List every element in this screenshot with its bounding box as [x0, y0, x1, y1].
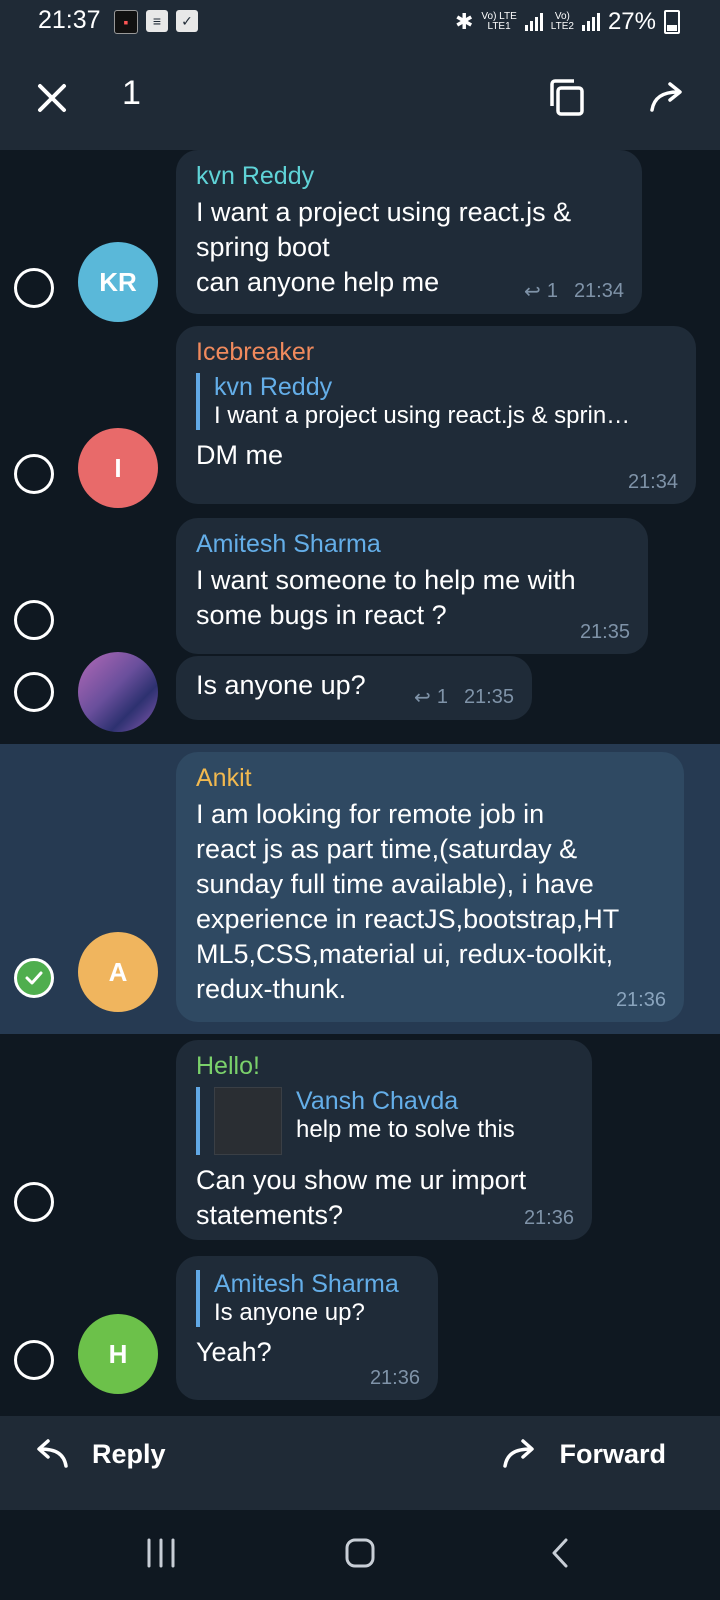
quote-text: Is anyone up?	[214, 1299, 365, 1326]
select-radio[interactable]	[14, 1182, 54, 1222]
quote-sender: kvn Reddy	[214, 373, 333, 401]
forward-button[interactable]: Forward	[501, 1436, 666, 1472]
forward-icon[interactable]	[648, 78, 688, 118]
avatar[interactable]: KR	[78, 242, 158, 322]
sim1-label: Vo) LTE LTE1	[481, 11, 517, 32]
select-radio[interactable]	[14, 268, 54, 308]
select-radio[interactable]	[14, 672, 54, 712]
status-bar: 21:37 ▪ ≡ ✓ ✱ Vo) LTE LTE1 Vo) LTE2 27%	[0, 0, 720, 46]
message-meta: 21:34	[628, 471, 678, 494]
select-radio[interactable]	[14, 600, 54, 640]
message-meta: ↩ 1 21:34	[524, 279, 624, 304]
message-time: 21:35	[463, 686, 514, 708]
select-radio-checked[interactable]	[14, 958, 54, 998]
sender-name: kvn Reddy	[196, 162, 315, 190]
status-right: ✱ Vo) LTE LTE1 Vo) LTE2 27%	[455, 8, 680, 36]
message-bubble[interactable]: Ankit I am looking for remote job in rea…	[176, 752, 684, 1022]
message-bubble[interactable]: Icebreaker kvn Reddy I want a project us…	[176, 326, 696, 504]
select-radio[interactable]	[14, 454, 54, 494]
app-notification-icon: ▪	[114, 10, 138, 34]
message-bubble[interactable]: Hello! Vansh Chavda help me to solve thi…	[176, 1040, 592, 1240]
reply-quote[interactable]: kvn Reddy I want a project using react.j…	[196, 373, 676, 430]
message-text: Yeah?	[196, 1337, 272, 1367]
forward-arrow-icon	[503, 1439, 535, 1468]
message-bubble[interactable]: Amitesh Sharma Is anyone up? Yeah? 21:36	[176, 1256, 438, 1400]
select-radio[interactable]	[14, 1340, 54, 1380]
message-time: 21:36	[523, 1207, 574, 1229]
reply-count-icon: ↩	[414, 687, 431, 709]
reply-icon	[37, 1439, 68, 1468]
home-icon[interactable]	[344, 1537, 376, 1569]
signal-bars-1-icon	[524, 13, 543, 31]
sender-name: Amitesh Sharma	[196, 530, 381, 558]
quote-image-thumbnail	[214, 1087, 282, 1155]
message-bubble[interactable]: kvn Reddy I want a project using react.j…	[176, 150, 642, 314]
sender-name: Ankit	[196, 764, 252, 792]
checkbox-notification-icon: ✓	[176, 10, 198, 32]
status-time: 21:37	[38, 6, 101, 34]
battery-icon	[664, 10, 680, 34]
message-bubble[interactable]: Is anyone up? ↩ 1 21:35	[176, 656, 532, 720]
reply-label: Reply	[92, 1438, 166, 1469]
sender-name: Icebreaker	[196, 338, 315, 366]
document-notification-icon: ≡	[146, 10, 168, 32]
selection-action-bar: Reply Forward	[0, 1416, 720, 1510]
message-meta: 21:36	[370, 1367, 420, 1390]
message-time: 21:34	[573, 280, 624, 302]
message-bubble[interactable]: Amitesh Sharma I want someone to help me…	[176, 518, 648, 654]
sim2-label: Vo) LTE2	[550, 11, 574, 32]
quote-sender: Amitesh Sharma	[214, 1270, 399, 1298]
message-time: 21:36	[615, 989, 666, 1011]
message-text: Can you show me ur import statements?	[196, 1165, 527, 1230]
copy-icon[interactable]	[546, 76, 588, 118]
reply-count: 1	[546, 280, 558, 302]
avatar[interactable]	[78, 652, 158, 732]
sender-name: Hello!	[196, 1052, 260, 1080]
reply-button[interactable]: Reply	[34, 1436, 166, 1472]
message-time: 21:35	[579, 621, 630, 643]
avatar[interactable]: A	[78, 932, 158, 1012]
message-text: I want someone to help me with some bugs…	[196, 565, 576, 630]
reply-quote[interactable]: Amitesh Sharma Is anyone up?	[196, 1270, 418, 1327]
system-nav-bar	[0, 1510, 720, 1600]
message-meta: 21:35	[580, 621, 630, 644]
message-time: 21:36	[369, 1367, 420, 1389]
avatar[interactable]: I	[78, 428, 158, 508]
close-icon[interactable]	[32, 78, 72, 118]
message-text: I am looking for remote job in react js …	[196, 799, 620, 1004]
quote-text: I want a project using react.js & sprin…	[214, 402, 631, 429]
bluetooth-icon: ✱	[454, 9, 474, 34]
recents-icon[interactable]	[145, 1538, 177, 1568]
message-meta: 21:36	[524, 1207, 574, 1230]
checkmark-icon	[25, 971, 43, 985]
message-meta: 21:36	[616, 989, 666, 1012]
message-time: 21:34	[627, 471, 678, 493]
avatar[interactable]: H	[78, 1314, 158, 1394]
quote-text: help me to solve this	[296, 1116, 515, 1143]
selected-count: 1	[122, 74, 141, 112]
back-icon[interactable]	[550, 1537, 570, 1569]
notification-icons: ▪ ≡ ✓	[114, 10, 198, 34]
reply-quote[interactable]: Vansh Chavda help me to solve this	[196, 1087, 572, 1155]
message-meta: ↩ 1 21:35	[414, 685, 514, 710]
signal-bars-2-icon	[581, 13, 600, 31]
message-text: DM me	[196, 440, 283, 470]
battery-percent: 27%	[607, 8, 656, 35]
reply-count: 1	[436, 686, 448, 708]
reply-count-icon: ↩	[524, 281, 541, 303]
chat-area: KR kvn Reddy I want a project using reac…	[0, 150, 720, 1416]
forward-label: Forward	[559, 1438, 666, 1469]
selection-toolbar: 1	[0, 46, 720, 150]
